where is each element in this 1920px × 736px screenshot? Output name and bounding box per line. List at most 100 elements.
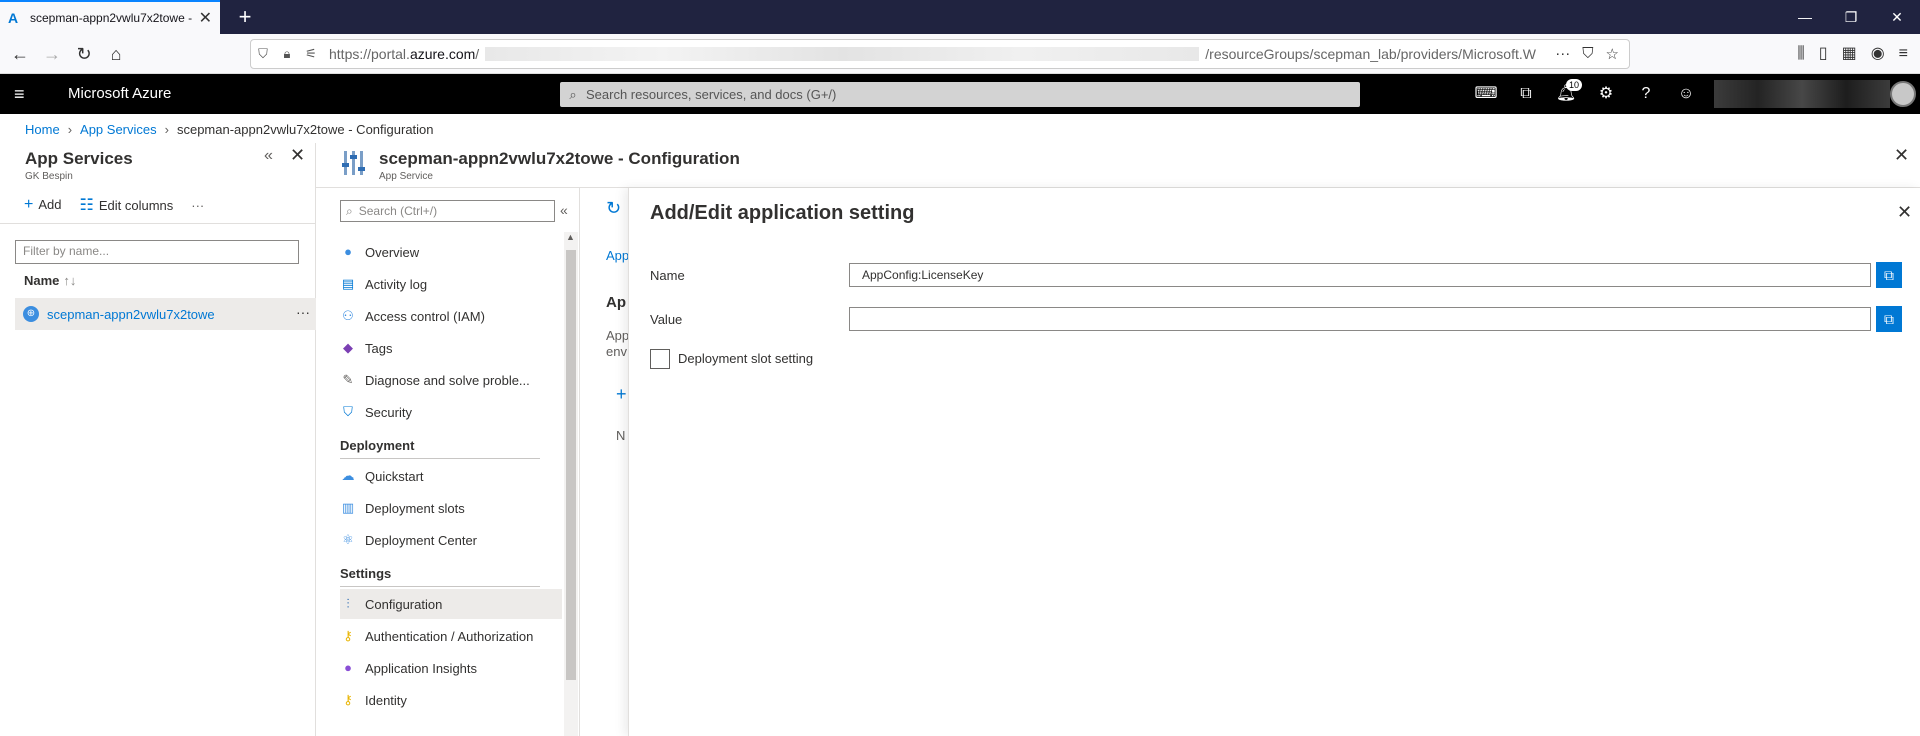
menu-item-access-control[interactable]: ⚇ Access control (IAM) [340, 301, 562, 331]
portal-menu-icon[interactable]: ≡ [14, 84, 25, 105]
menu-item-quickstart[interactable]: ☁ Quickstart [340, 461, 562, 491]
back-icon[interactable]: ← [6, 40, 34, 68]
add-setting-icon[interactable]: + [616, 384, 627, 405]
close-blade-icon[interactable]: ✕ [1894, 145, 1909, 166]
avatar[interactable] [1890, 81, 1916, 107]
search-icon: ⌕ [569, 86, 577, 102]
feedback-smiley-icon[interactable]: ☺ [1666, 74, 1706, 114]
menu-scrollbar[interactable]: ▲ [564, 232, 578, 736]
account-icon[interactable]: ◉ [1871, 40, 1885, 68]
setting-name-input[interactable]: AppConfig:LicenseKey [849, 263, 1871, 287]
breadcrumb-home[interactable]: Home [25, 122, 60, 137]
browser-tab[interactable]: A scepman-appn2vwlu7x2towe - ✕ [0, 0, 220, 34]
search-icon: ⌕ [346, 203, 353, 218]
deployment-slot-label[interactable]: Deployment slot setting [678, 351, 813, 366]
edit-columns-button[interactable]: ☷ Edit columns [79, 195, 173, 215]
setting-value-input[interactable] [849, 307, 1871, 331]
lock-icon[interactable]: 🔒︎ [275, 46, 299, 62]
menu-item-deployment-slots[interactable]: ▥ Deployment slots [340, 493, 562, 523]
library-icon[interactable]: ⫼ [1797, 40, 1804, 68]
new-tab-button[interactable]: + [232, 4, 258, 30]
page-actions-icon[interactable]: ··· [1555, 45, 1570, 63]
filter-input[interactable]: Filter by name... [15, 240, 299, 264]
bookmark-star-icon[interactable]: ☆ [1606, 45, 1619, 63]
add-button[interactable]: + Add [24, 196, 61, 214]
menu-item-security[interactable]: ⛉ Security [340, 397, 562, 427]
identity-key-icon: ⚷ [343, 692, 353, 707]
settings-gear-icon[interactable]: ⚙ [1586, 74, 1626, 114]
minimize-icon[interactable]: — [1782, 0, 1828, 34]
configuration-icon [342, 151, 365, 175]
chevron-right-icon: › [164, 121, 169, 137]
extensions-icon[interactable]: ▦ [1842, 40, 1857, 68]
section-settings: Settings [340, 566, 392, 581]
blade-title: App Services [25, 149, 133, 168]
home-icon[interactable]: ⌂ [102, 40, 130, 68]
menu-search-input[interactable]: ⌕ Search (Ctrl+/) [340, 200, 555, 222]
deployment-slot-checkbox[interactable] [650, 349, 670, 369]
menu-item-identity[interactable]: ⚷ Identity [340, 685, 562, 715]
blade-subtitle: GK Bespin [25, 171, 73, 182]
menu-item-app-insights[interactable]: ● Application Insights [340, 653, 562, 683]
row-more-icon[interactable]: ··· [296, 304, 310, 320]
menu-item-diagnose[interactable]: ✎ Diagnose and solve proble... [340, 365, 562, 395]
restore-icon[interactable]: ❐ [1828, 0, 1874, 34]
more-commands-icon[interactable]: ··· [191, 198, 204, 213]
command-bar: + Add ☷ Edit columns ··· [24, 195, 204, 215]
collapse-blade-icon[interactable]: « [264, 147, 273, 165]
menu-icon[interactable]: ≡ [1899, 40, 1908, 68]
global-search-placeholder: Search resources, services, and docs (G+… [586, 87, 837, 102]
notifications-icon[interactable]: 🔔︎ 10 [1546, 74, 1586, 114]
help-icon[interactable]: ? [1626, 74, 1666, 114]
people-icon: ⚇ [342, 308, 354, 323]
tab-close-icon[interactable]: ✕ [199, 8, 212, 28]
menu-item-activity-log[interactable]: ▤ Activity log [340, 269, 562, 299]
tab-title: scepman-appn2vwlu7x2towe - [30, 11, 193, 25]
sort-icon: ↑↓ [63, 273, 77, 288]
menu-item-authentication[interactable]: ⚷ Authentication / Authorization [340, 621, 562, 651]
reload-icon[interactable]: ↻ [70, 40, 98, 68]
cloud-shell-icon[interactable]: ⌨ [1466, 74, 1506, 114]
activity-log-icon: ▤ [341, 276, 355, 291]
directory-filter-icon[interactable]: ⧉ [1506, 74, 1546, 114]
azure-brand[interactable]: Microsoft Azure [68, 85, 171, 102]
menu-item-configuration[interactable]: ⫶ Configuration [340, 589, 562, 619]
menu-item-tags[interactable]: ◆ Tags [340, 333, 562, 363]
global-search-input[interactable]: ⌕ Search resources, services, and docs (… [560, 82, 1360, 107]
add-edit-setting-pane: Add/Edit application setting ✕ Name AppC… [628, 188, 1920, 736]
pocket-icon[interactable]: ⛉ [1582, 45, 1593, 63]
collapse-menu-icon[interactable]: « [560, 202, 568, 218]
breadcrumb-app-services[interactable]: App Services [80, 122, 157, 137]
notification-badge: 10 [1565, 79, 1582, 91]
scrollbar-thumb[interactable] [566, 250, 576, 680]
copy-value-button[interactable]: ⧉ [1876, 306, 1902, 332]
tag-icon: ◆ [343, 340, 353, 355]
refresh-icon[interactable]: ↻ [606, 198, 621, 219]
menu-item-overview[interactable]: ● Overview [340, 237, 562, 267]
browser-tab-bar: A scepman-appn2vwlu7x2towe - ✕ + — ❐ ✕ [0, 0, 1920, 34]
tab-application-settings[interactable]: App [606, 248, 629, 263]
deployment-center-icon: ⚛ [342, 532, 354, 547]
url-bar[interactable]: ⛉ 🔒︎ ⚟ https://portal.azure.com/ /resour… [250, 39, 1630, 69]
sidebar-icon[interactable]: ▯ [1819, 40, 1828, 68]
name-column-header[interactable]: Name ↑↓ [24, 273, 76, 288]
permissions-icon[interactable]: ⚟ [299, 46, 323, 62]
section-deployment: Deployment [340, 438, 415, 453]
app-service-link[interactable]: scepman-appn2vwlu7x2towe [47, 307, 215, 322]
menu-item-deployment-center[interactable]: ⚛ Deployment Center [340, 525, 562, 555]
window-close-icon[interactable]: ✕ [1874, 0, 1920, 34]
name-label: Name [650, 268, 685, 283]
copy-name-button[interactable]: ⧉ [1876, 262, 1902, 288]
browser-nav-bar: ← → ↻ ⌂ ⛉ 🔒︎ ⚟ https://portal.azure.com/… [0, 34, 1920, 74]
section-heading: Ap [606, 294, 626, 311]
table-row[interactable]: ⊕ scepman-appn2vwlu7x2towe ··· [15, 298, 316, 330]
close-pane-icon[interactable]: ✕ [1897, 202, 1912, 223]
forward-icon[interactable]: → [38, 40, 66, 68]
shield-icon[interactable]: ⛉ [251, 46, 275, 62]
scroll-up-icon[interactable]: ▲ [566, 232, 575, 242]
close-blade-icon[interactable]: ✕ [290, 145, 305, 166]
description-line-2: env [606, 344, 627, 359]
description-line-1: App [606, 328, 630, 343]
account-info-redacted[interactable] [1714, 80, 1890, 108]
app-services-blade: App Services GK Bespin « ✕ + Add ☷ Edit co… [0, 143, 316, 736]
